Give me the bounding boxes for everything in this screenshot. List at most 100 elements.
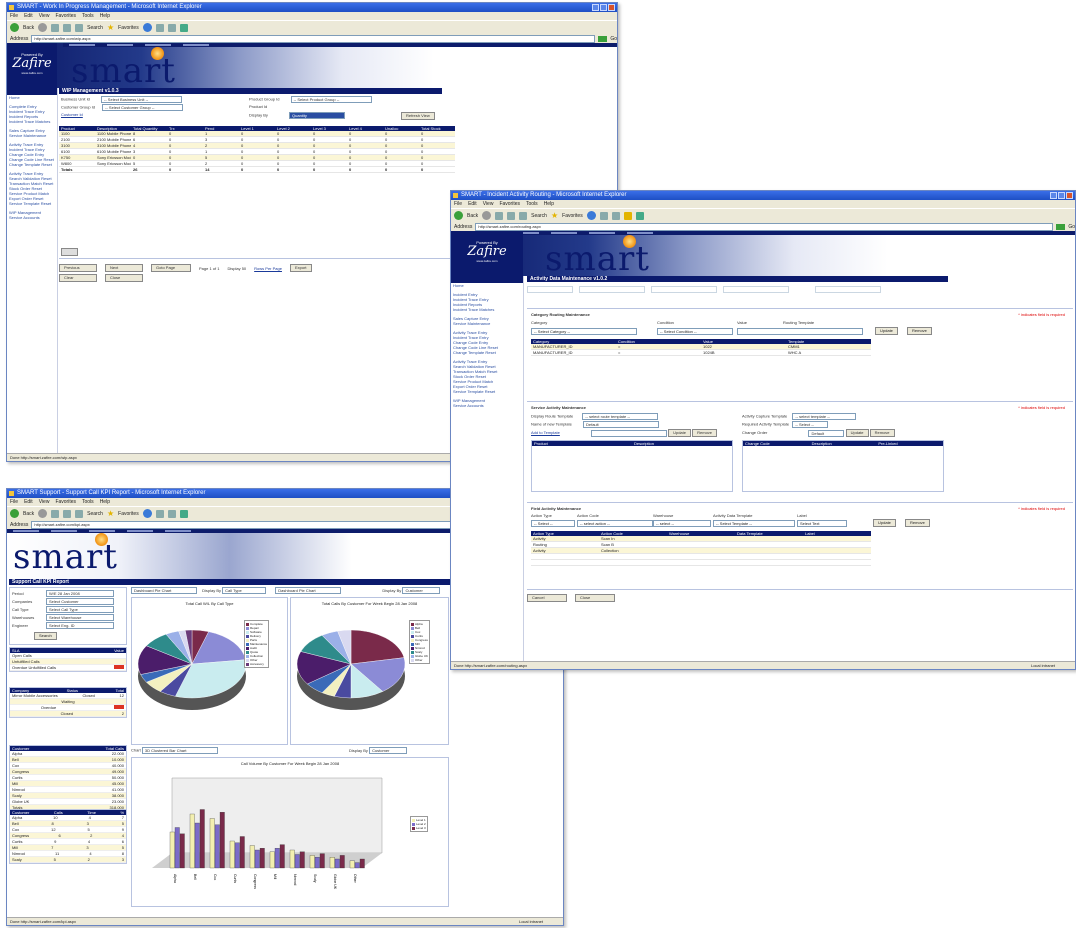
bar[interactable] bbox=[179, 833, 185, 869]
menu-favorites[interactable]: Favorites bbox=[499, 201, 520, 207]
bar[interactable] bbox=[314, 857, 320, 869]
bar[interactable] bbox=[294, 854, 300, 869]
go-button[interactable] bbox=[598, 35, 608, 42]
table-row[interactable]: Totals 26 0 14 0 0 0 0 0 0 bbox=[59, 166, 455, 173]
customer-group-select[interactable]: -- Select Customer Group -- bbox=[102, 104, 184, 111]
data-template-select[interactable]: -- Select Template -- bbox=[713, 520, 795, 527]
go-label[interactable]: Go bbox=[1068, 224, 1075, 230]
bar[interactable] bbox=[199, 809, 205, 869]
remove-button[interactable]: Remove bbox=[905, 519, 930, 527]
favorites-icon[interactable]: ★ bbox=[551, 211, 558, 220]
warehouse-select[interactable]: -- select -- bbox=[653, 520, 711, 527]
add-to-template-input[interactable] bbox=[590, 429, 667, 437]
bar[interactable] bbox=[339, 855, 345, 869]
menu-help[interactable]: Help bbox=[544, 201, 554, 207]
bar[interactable] bbox=[254, 849, 260, 869]
menu-view[interactable]: View bbox=[483, 201, 494, 207]
filter-select-1[interactable] bbox=[527, 285, 573, 293]
menu-favorites[interactable]: Favorites bbox=[55, 13, 76, 19]
stop-icon[interactable] bbox=[495, 211, 504, 220]
back-label[interactable]: Back bbox=[23, 25, 34, 31]
bar[interactable] bbox=[329, 857, 335, 869]
rows-per-page-link[interactable]: Rows Per Page bbox=[254, 266, 282, 271]
table-row[interactable]: MANUFACTURER_ID = 1024B WHC A bbox=[531, 349, 871, 356]
bar[interactable] bbox=[309, 855, 315, 869]
bar[interactable] bbox=[259, 848, 265, 869]
close-icon[interactable] bbox=[1066, 192, 1073, 199]
history-icon[interactable] bbox=[599, 211, 608, 220]
close-button[interactable]: Close bbox=[105, 274, 143, 282]
list-item[interactable]: Closed 2 bbox=[10, 711, 126, 717]
template-name-input[interactable]: Default bbox=[582, 421, 659, 428]
menu-file[interactable]: File bbox=[10, 499, 18, 505]
customer-link[interactable]: Customer Id bbox=[61, 112, 83, 117]
condition-select[interactable]: -- Select Condition -- bbox=[657, 328, 733, 335]
filter-select-3[interactable] bbox=[651, 285, 717, 293]
forward-icon[interactable] bbox=[38, 23, 48, 32]
column-header[interactable]: Change Code bbox=[743, 441, 810, 446]
update-button[interactable]: Update bbox=[875, 327, 898, 335]
back-icon[interactable] bbox=[454, 211, 463, 220]
forward-icon[interactable] bbox=[482, 211, 492, 220]
refresh-icon[interactable] bbox=[507, 211, 516, 220]
display-by-select[interactable]: Quantity bbox=[289, 112, 346, 119]
business-unit-select[interactable]: -- Select Business Unit -- bbox=[101, 96, 183, 103]
zafire-logo[interactable]: Powered By Zafire www.zafire.com bbox=[451, 231, 523, 276]
bar[interactable] bbox=[269, 851, 275, 869]
pie1-display-by-select[interactable]: Call Type bbox=[222, 587, 267, 594]
bar[interactable] bbox=[174, 827, 180, 869]
menu-file[interactable]: File bbox=[454, 201, 462, 207]
search-button[interactable]: Search bbox=[87, 511, 103, 517]
close-button[interactable]: Close bbox=[575, 594, 615, 602]
capture-template-select[interactable]: -- select template -- bbox=[792, 413, 857, 420]
menu-edit[interactable]: Edit bbox=[24, 13, 33, 19]
display-count[interactable]: Display 50 bbox=[227, 266, 246, 271]
sidebar-item[interactable]: Service Template Reset bbox=[7, 201, 57, 206]
bar[interactable] bbox=[249, 845, 255, 869]
bar[interactable] bbox=[299, 851, 305, 869]
zafire-logo[interactable]: Powered By Zafire www.zafire.com bbox=[7, 43, 57, 88]
print-icon[interactable] bbox=[179, 23, 188, 32]
column-header[interactable]: Description bbox=[632, 441, 732, 446]
mail-icon[interactable] bbox=[167, 509, 176, 518]
bar[interactable] bbox=[234, 842, 240, 869]
menu-help[interactable]: Help bbox=[100, 13, 110, 19]
next-button[interactable]: Next bbox=[105, 264, 143, 272]
sidebar-item[interactable]: Service Accounts bbox=[451, 403, 523, 408]
bar[interactable] bbox=[209, 818, 215, 869]
menu-edit[interactable]: Edit bbox=[24, 499, 33, 505]
menu-help[interactable]: Help bbox=[100, 499, 110, 505]
product-group-select[interactable]: -- Select Product Group -- bbox=[290, 96, 372, 103]
export-button[interactable]: Export bbox=[289, 264, 312, 272]
home-icon[interactable] bbox=[75, 509, 84, 518]
remove-button[interactable]: Remove bbox=[907, 327, 932, 335]
previous-button[interactable]: Previous bbox=[59, 264, 97, 272]
sidebar-item[interactable]: Service Accounts bbox=[7, 215, 57, 220]
bar[interactable] bbox=[189, 813, 195, 869]
menu-tools[interactable]: Tools bbox=[526, 201, 538, 207]
cancel-button[interactable]: Cancel bbox=[527, 594, 567, 602]
back-icon[interactable] bbox=[10, 509, 19, 518]
bar[interactable] bbox=[279, 844, 285, 869]
menu-favorites[interactable]: Favorites bbox=[55, 499, 76, 505]
filter-select[interactable]: Select Call Type bbox=[46, 606, 114, 613]
back-icon[interactable] bbox=[10, 23, 19, 32]
column-header[interactable]: Description bbox=[809, 441, 877, 446]
favorites-label[interactable]: Favorites bbox=[118, 25, 139, 31]
bar[interactable] bbox=[319, 853, 325, 869]
minimize-button[interactable] bbox=[1050, 192, 1057, 199]
media-icon[interactable] bbox=[586, 211, 596, 220]
address-input[interactable]: http://smart.zafire.com/wip.aspx bbox=[31, 34, 596, 43]
go-label[interactable]: Go bbox=[610, 36, 617, 42]
filter-select-5[interactable] bbox=[815, 285, 881, 293]
right-remove-button[interactable]: Remove bbox=[869, 429, 895, 437]
forward-icon[interactable] bbox=[38, 509, 48, 518]
print-icon[interactable] bbox=[635, 211, 644, 220]
stop-icon[interactable] bbox=[51, 23, 60, 32]
pie2-display-by-select[interactable]: Customer bbox=[402, 587, 441, 594]
goto-page-button[interactable]: Goto Page bbox=[151, 264, 191, 272]
action-type-select[interactable]: -- Select -- bbox=[531, 520, 575, 527]
add-to-template-link[interactable]: Add to Template bbox=[531, 430, 560, 435]
right-update-button[interactable]: Update bbox=[845, 429, 869, 437]
label-select[interactable]: Select Text bbox=[797, 520, 847, 527]
